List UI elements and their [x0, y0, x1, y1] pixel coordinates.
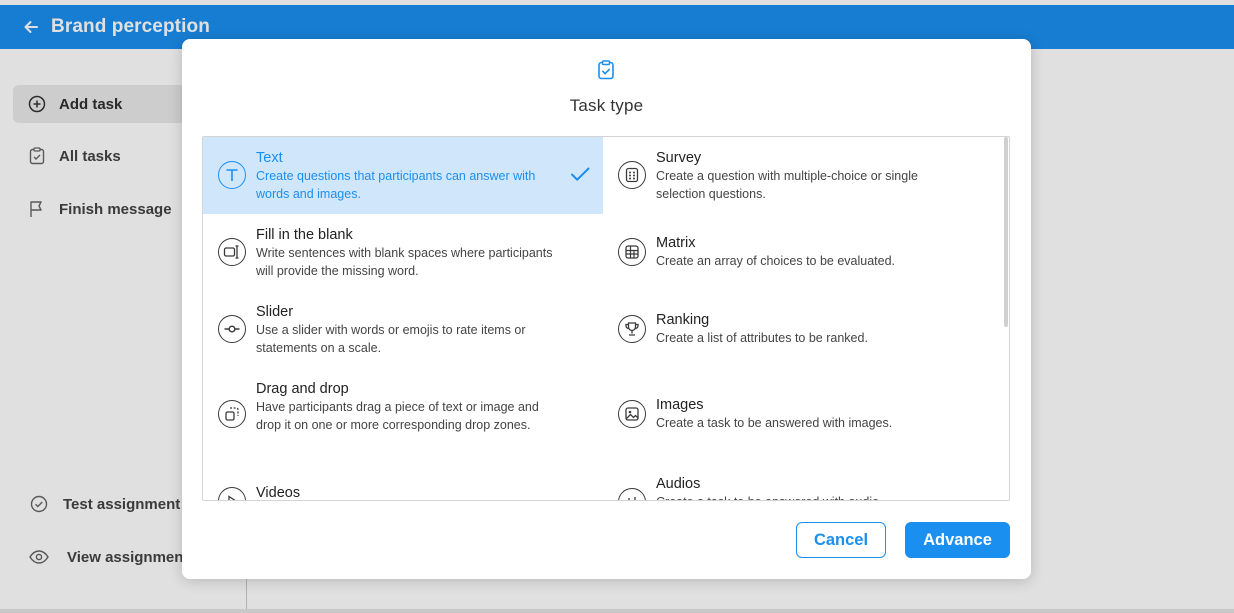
- matrix-icon: [618, 238, 646, 266]
- clipboard-check-icon: [595, 59, 617, 81]
- survey-icon: [618, 161, 646, 189]
- option-desc: Create an array of choices to be evaluat…: [656, 254, 896, 268]
- drag-drop-icon: [218, 400, 246, 428]
- option-desc: Create a question with multiple-choice o…: [656, 169, 918, 201]
- video-icon: [218, 487, 246, 500]
- option-name: Videos: [256, 485, 301, 501]
- option-name: Text: [256, 150, 283, 166]
- audio-icon: [618, 488, 646, 500]
- list-scrollbar[interactable]: [1004, 137, 1008, 327]
- option-desc: Have participants drag a piece of text o…: [256, 400, 539, 432]
- option-desc: Use a slider with words or emojis to rat…: [256, 323, 526, 355]
- option-name: Drag and drop: [256, 381, 349, 397]
- option-matrix[interactable]: Matrix Create an array of choices to be …: [603, 214, 1003, 291]
- option-name: Survey: [656, 150, 702, 166]
- dialog-title: Task type: [569, 96, 644, 115]
- option-name: Fill in the blank: [256, 227, 353, 243]
- option-desc: Create a task to be answered with audio.: [656, 493, 956, 500]
- option-name: Audios: [656, 476, 701, 492]
- option-desc: Create a list of attributes to be ranked…: [656, 331, 868, 345]
- task-type-list[interactable]: Text Create questions that participants …: [202, 136, 1010, 501]
- option-name: Matrix: [656, 235, 696, 251]
- cancel-button[interactable]: Cancel: [796, 522, 886, 558]
- option-audios[interactable]: Audios Create a task to be answered with…: [603, 463, 1003, 500]
- option-desc: Write sentences with blank spaces where …: [256, 246, 553, 278]
- option-desc: Create questions that participants can a…: [256, 169, 536, 201]
- image-icon: [618, 400, 646, 428]
- slider-icon: [218, 315, 246, 343]
- option-videos[interactable]: Videos: [203, 463, 603, 501]
- option-name: Ranking: [656, 312, 710, 328]
- advance-button[interactable]: Advance: [905, 522, 1010, 558]
- task-type-dialog: Task type Text Create questions that par…: [182, 39, 1031, 579]
- option-name: Images: [656, 397, 704, 413]
- fill-blank-icon: [218, 238, 246, 266]
- bottom-divider: [0, 609, 1234, 613]
- option-name: Slider: [256, 304, 294, 320]
- option-desc: Create a task to be answered with images…: [656, 416, 893, 430]
- option-text[interactable]: Text Create questions that participants …: [203, 137, 603, 214]
- option-slider[interactable]: Slider Use a slider with words or emojis…: [203, 291, 603, 368]
- checkmark-icon: [569, 163, 591, 185]
- option-ranking[interactable]: Ranking Create a list of attributes to b…: [603, 291, 1003, 368]
- text-icon: [218, 161, 246, 189]
- option-images[interactable]: Images Create a task to be answered with…: [603, 368, 1003, 463]
- trophy-icon: [618, 315, 646, 343]
- option-survey[interactable]: Survey Create a question with multiple-c…: [603, 137, 1003, 214]
- option-drag-and-drop[interactable]: Drag and drop Have participants drag a p…: [203, 368, 603, 463]
- option-fill-in-the-blank[interactable]: Fill in the blank Write sentences with b…: [203, 214, 603, 291]
